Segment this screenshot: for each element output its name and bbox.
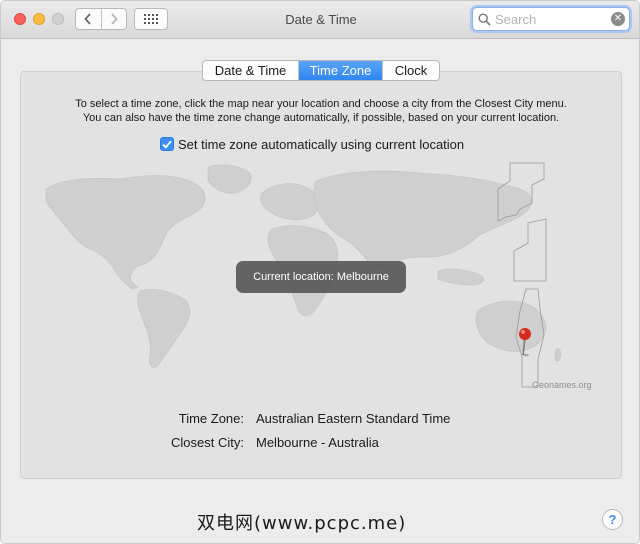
time-zone-value: Australian Eastern Standard Time [256,411,451,426]
tab-date-time[interactable]: Date & Time [203,61,298,80]
north-america-landmass [45,175,206,290]
search-field[interactable]: ✕ [472,7,630,31]
closest-city-label: Closest City: [171,435,244,450]
description-line-2: You can also have the time zone change a… [82,112,560,124]
checkmark-icon [162,140,172,149]
auto-time-zone-option[interactable]: Set time zone automatically using curren… [160,136,464,152]
new-zealand-landmass [554,348,562,362]
time-zone-description: To select a time zone, click the map nea… [20,97,622,125]
geonames-credit[interactable]: Geonames.org [532,380,592,390]
closest-city-value: Melbourne - Australia [256,435,379,450]
south-america-landmass [137,289,191,368]
search-icon [478,13,491,26]
time-zone-label: Time Zone: [178,411,244,426]
title-bar: Date & Time ✕ [1,1,639,39]
preferences-window: Date & Time ✕ Date & Time Time Zone Cloc… [0,0,640,544]
search-input[interactable] [495,11,603,27]
time-zone-band-middle [513,218,547,282]
tab-clock[interactable]: Clock [382,61,439,80]
description-line-1: To select a time zone, click the map nea… [75,98,567,110]
clear-search-icon[interactable]: ✕ [611,12,625,26]
tab-bar: Date & Time Time Zone Clock [202,60,440,81]
location-pin-head [519,328,531,340]
indonesia-landmass [437,268,484,286]
australia-landmass [475,300,547,352]
europe-landmass [260,183,319,221]
tab-time-zone[interactable]: Time Zone [298,61,382,80]
asia-landmass [313,170,532,267]
greenland-landmass [207,164,252,194]
auto-time-zone-checkbox[interactable] [160,137,174,151]
watermark-text: 双电网(www.pcpc.me) [197,513,407,534]
auto-time-zone-label: Set time zone automatically using curren… [178,136,465,152]
help-button[interactable]: ? [602,509,623,530]
current-location-tooltip: Current location: Melbourne [236,261,406,293]
